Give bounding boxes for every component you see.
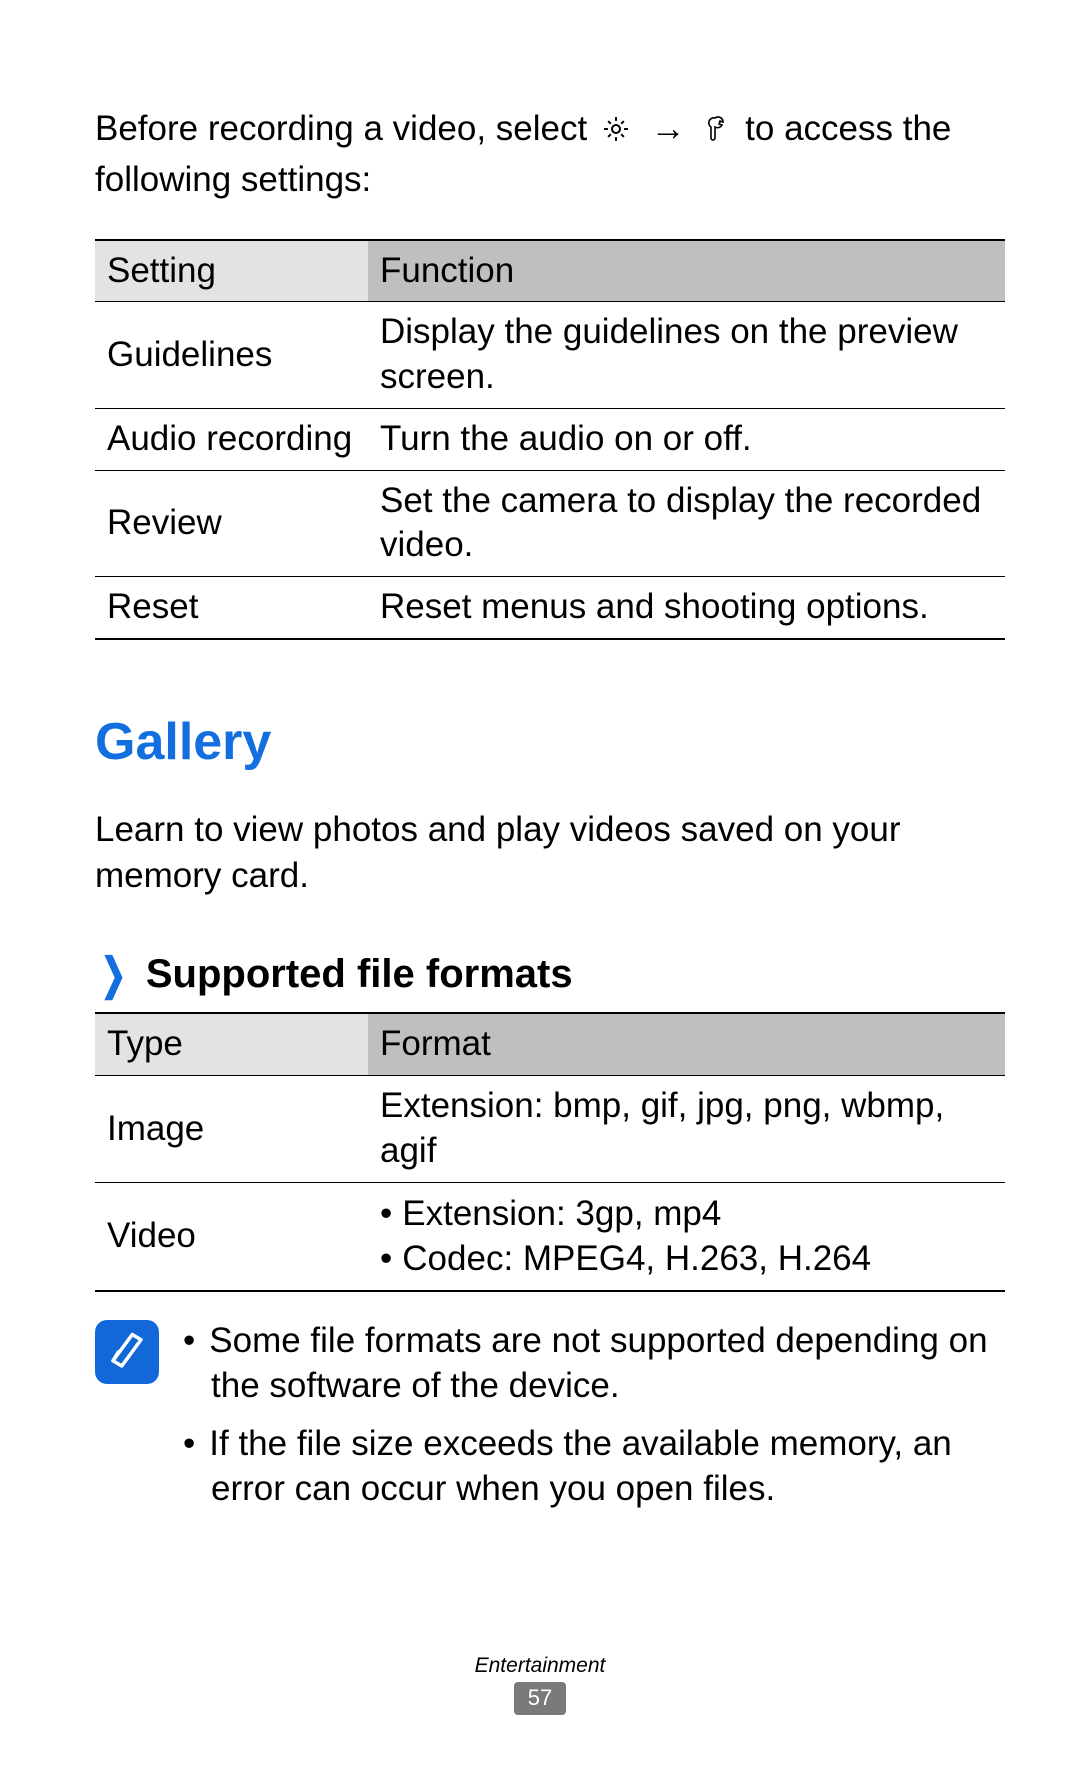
wrench-icon <box>705 109 731 156</box>
table-row: Image Extension: bmp, gif, jpg, png, wbm… <box>95 1076 1005 1183</box>
intro-part1: Before recording a video, select <box>95 109 597 148</box>
list-item: Some file formats are not supported depe… <box>183 1318 1005 1409</box>
settings-table: Setting Function Guidelines Display the … <box>95 239 1005 641</box>
note-list: Some file formats are not supported depe… <box>183 1318 1005 1524</box>
gear-icon <box>601 109 631 156</box>
table-header-row: Type Format <box>95 1013 1005 1075</box>
cell-function: Display the guidelines on the preview sc… <box>368 302 1005 409</box>
gallery-heading: Gallery <box>95 712 1005 772</box>
chevron-right-icon: ❯ <box>101 949 127 1000</box>
table-header-row: Setting Function <box>95 240 1005 302</box>
cell-function: Set the camera to display the recorded v… <box>368 470 1005 577</box>
intro-text: Before recording a video, select → to ac… <box>95 105 1005 204</box>
cell-setting: Guidelines <box>95 302 368 409</box>
cell-setting: Reset <box>95 577 368 639</box>
cell-setting: Review <box>95 470 368 577</box>
supported-formats-heading: ❯ Supported file formats <box>95 949 1005 1000</box>
table-row: Audio recording Turn the audio on or off… <box>95 408 1005 470</box>
th-format: Format <box>368 1013 1005 1075</box>
page-number-badge: 57 <box>514 1682 566 1715</box>
list-item: If the file size exceeds the available m… <box>183 1421 1005 1512</box>
list-item: Extension: 3gp, mp4 <box>380 1191 993 1237</box>
cell-function: Reset menus and shooting options. <box>368 577 1005 639</box>
page-footer: Entertainment 57 <box>0 1654 1080 1715</box>
cell-format: Extension: 3gp, mp4 Codec: MPEG4, H.263,… <box>368 1182 1005 1291</box>
cell-type: Video <box>95 1182 368 1291</box>
formats-table: Type Format Image Extension: bmp, gif, j… <box>95 1012 1005 1291</box>
cell-setting: Audio recording <box>95 408 368 470</box>
footer-section-name: Entertainment <box>0 1654 1080 1678</box>
cell-format: Extension: bmp, gif, jpg, png, wbmp, agi… <box>368 1076 1005 1183</box>
table-row: Review Set the camera to display the rec… <box>95 470 1005 577</box>
supported-formats-text: Supported file formats <box>146 952 573 997</box>
video-format-list: Extension: 3gp, mp4 Codec: MPEG4, H.263,… <box>380 1191 993 1282</box>
note-callout: Some file formats are not supported depe… <box>95 1318 1005 1524</box>
th-type: Type <box>95 1013 368 1075</box>
manual-page: Before recording a video, select → to ac… <box>0 0 1080 1771</box>
th-setting: Setting <box>95 240 368 302</box>
th-function: Function <box>368 240 1005 302</box>
table-row: Reset Reset menus and shooting options. <box>95 577 1005 639</box>
note-icon <box>95 1320 159 1384</box>
table-row: Guidelines Display the guidelines on the… <box>95 302 1005 409</box>
gallery-description: Learn to view photos and play videos sav… <box>95 807 1005 899</box>
list-item: Codec: MPEG4, H.263, H.264 <box>380 1236 993 1282</box>
arrow-icon: → <box>651 109 686 148</box>
cell-type: Image <box>95 1076 368 1183</box>
table-row: Video Extension: 3gp, mp4 Codec: MPEG4, … <box>95 1182 1005 1291</box>
cell-function: Turn the audio on or off. <box>368 408 1005 470</box>
